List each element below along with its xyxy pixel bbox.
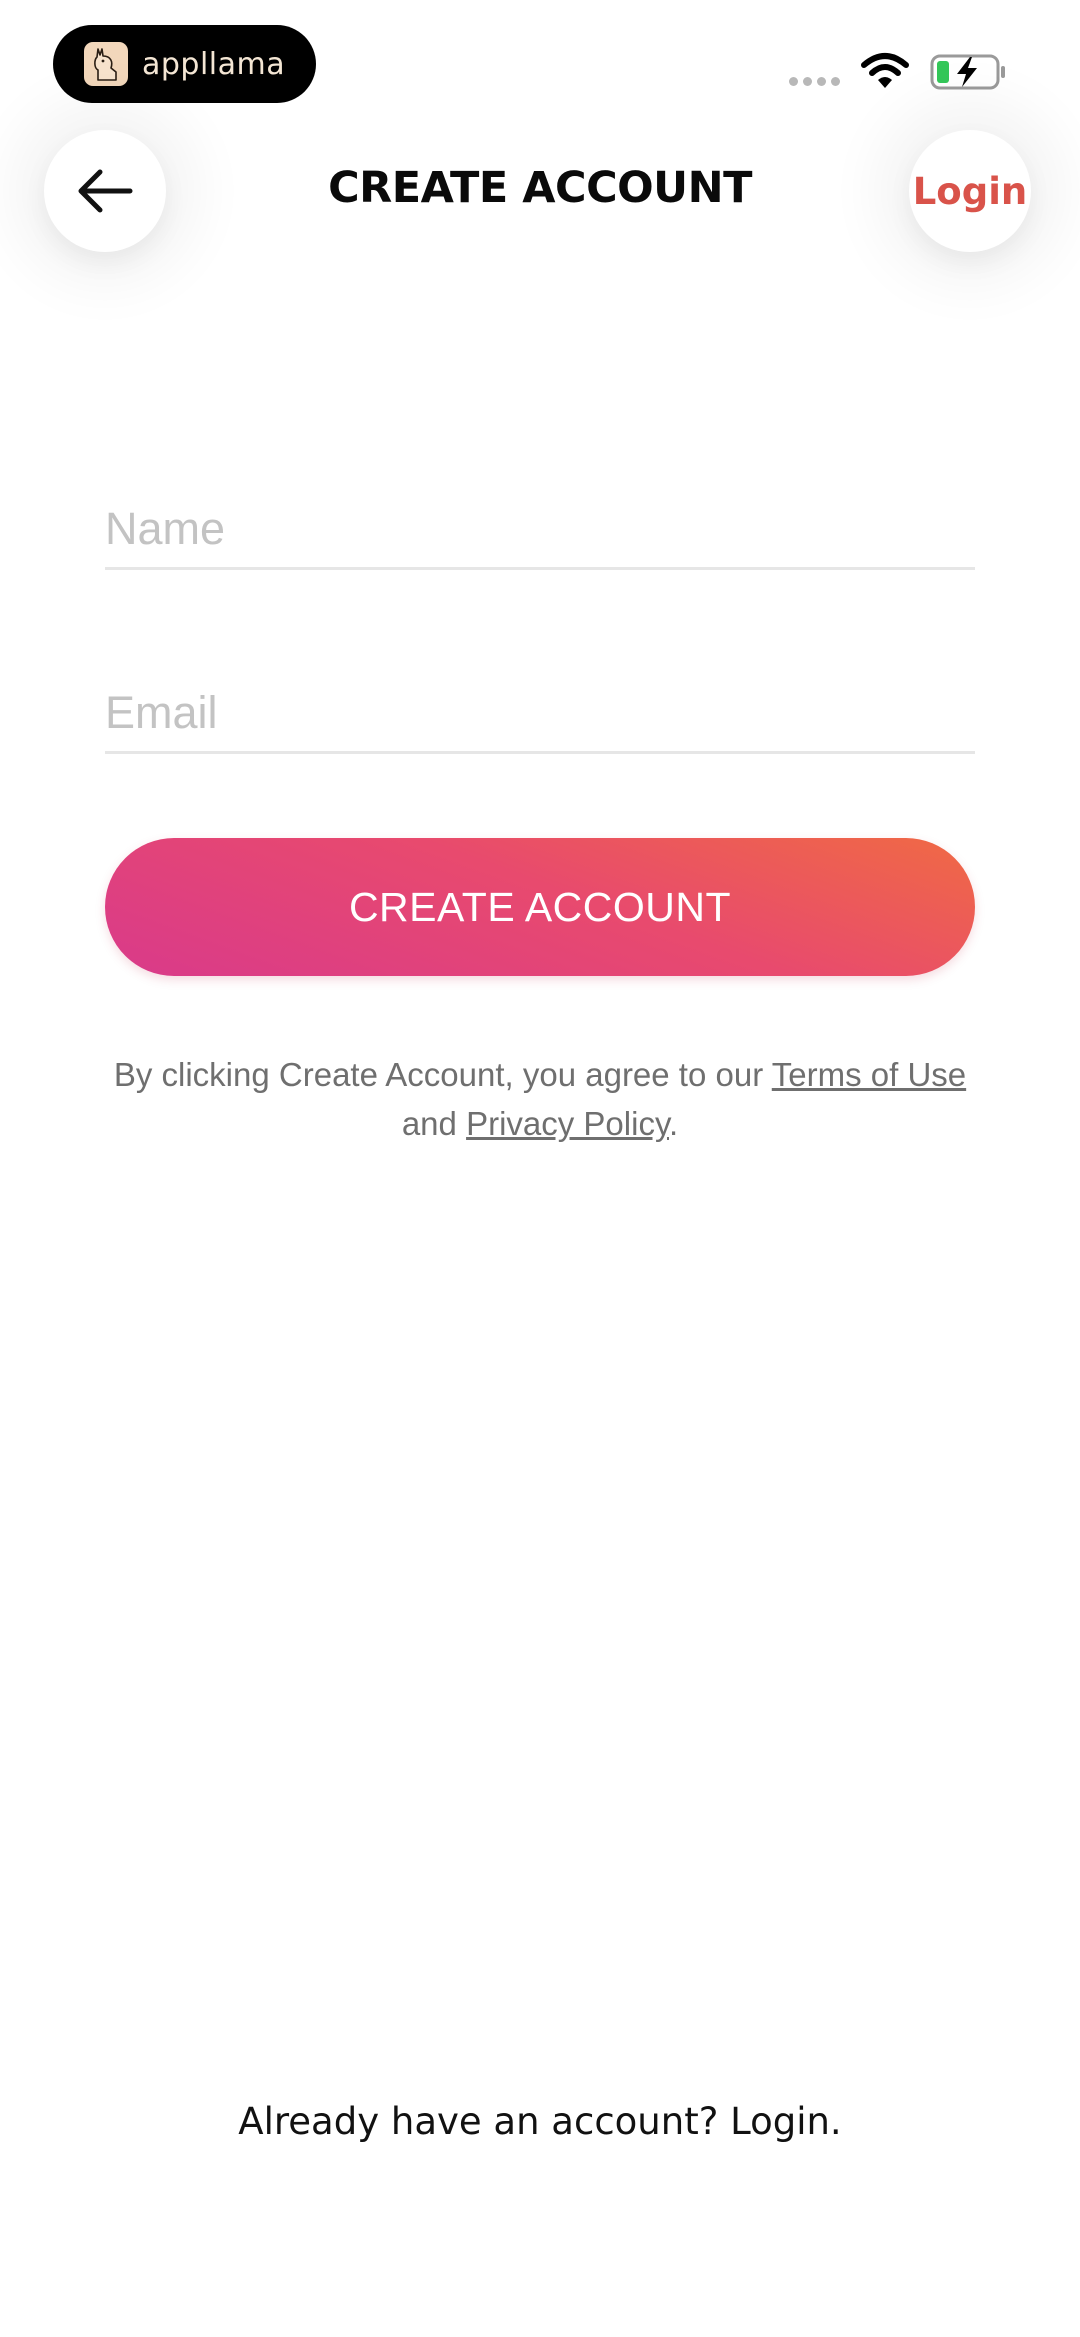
legal-middle: and [401,1105,467,1142]
privacy-policy-link[interactable]: Privacy Policy [466,1105,669,1142]
create-account-button[interactable]: CREATE ACCOUNT [105,838,975,976]
legal-suffix: . [669,1105,679,1142]
login-button-label: Login [912,169,1028,213]
footer-login-link[interactable]: Login. [730,2100,842,2143]
name-input[interactable] [105,490,975,570]
login-prompt: Already have an account? Login. [0,2100,1080,2143]
llama-icon [84,42,128,86]
login-prompt-text: Already have an account? [238,2100,731,2143]
cellular-signal-icon [789,77,840,86]
legal-notice: By clicking Create Account, you agree to… [80,1050,1000,1148]
wifi-icon [861,53,909,88]
brand-name: appllama [142,46,286,82]
login-button[interactable]: Login [909,130,1031,252]
create-account-button-label: CREATE ACCOUNT [348,883,732,930]
email-input[interactable] [105,674,975,754]
terms-of-use-link[interactable]: Terms of Use [772,1056,966,1093]
status-bar: appllama [0,0,1080,110]
legal-prefix: By clicking Create Account, you agree to… [113,1056,772,1093]
brand-badge: appllama [53,25,316,103]
battery-charging-icon [930,54,1005,90]
